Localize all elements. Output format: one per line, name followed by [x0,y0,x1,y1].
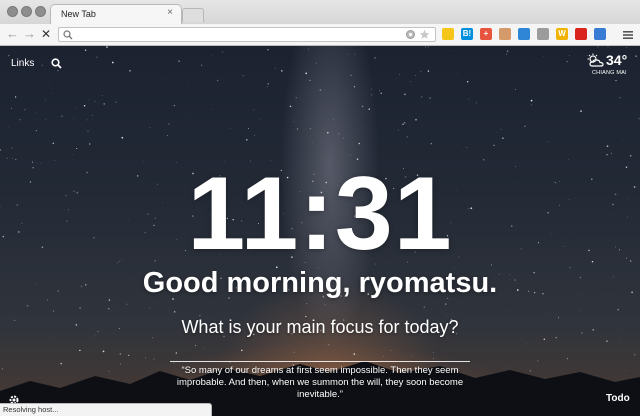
bookmark-star-icon[interactable] [419,29,430,40]
tab-title: New Tab [61,9,96,19]
focus-input-underline[interactable] [170,361,470,362]
momentum-page: Links 34° CHIANG MAI 11:31 Good morning,… [0,46,640,416]
menu-icon[interactable] [622,29,634,41]
tab-strip: New Tab × [0,0,640,24]
search-icon [63,30,73,40]
add-icon[interactable]: + [480,28,492,40]
new-tab-button[interactable] [182,8,204,22]
search-icon[interactable] [51,58,62,69]
pocket-icon[interactable] [442,28,454,40]
minimize-window-button[interactable] [21,6,32,17]
hatena-bookmark-icon[interactable]: B! [461,28,473,40]
clock: 11:31 [187,156,453,272]
focus-question: What is your main focus for today? [181,317,459,337]
back-button[interactable]: ← [6,26,19,42]
zoom-window-button[interactable] [35,6,46,17]
forward-button[interactable]: → [23,26,36,42]
grey-circle-ext-icon[interactable] [537,28,549,40]
w-ext-icon[interactable]: W [556,28,568,40]
greeting: Good morning, ryomatsu. [142,267,498,299]
browser-toolbar: ← → ✕ B! + W [0,24,640,46]
close-window-button[interactable] [7,6,18,17]
tab-close-icon[interactable]: × [167,8,173,18]
browser-window: New Tab × ← → ✕ B! + W Links 34° CHIANG … [0,0,640,416]
address-bar[interactable] [58,27,436,42]
stop-button[interactable]: ✕ [41,26,51,42]
chart-ext-icon[interactable] [518,28,530,40]
links-button[interactable]: Links [11,58,34,69]
weather-location: CHIANG MAI [592,70,627,76]
address-input[interactable] [75,28,395,41]
daily-quote: “So many of our dreams at first seem imp… [176,365,464,400]
partly-cloudy-icon[interactable] [587,53,605,68]
tab-new-tab[interactable]: New Tab × [50,4,182,24]
flag-ext-icon[interactable] [575,28,587,40]
temperature[interactable]: 34° [606,52,627,68]
avatar-ext-icon[interactable] [499,28,511,40]
todo-button[interactable]: Todo [606,393,630,404]
location-target-icon[interactable] [405,29,416,40]
sync-ext-icon[interactable] [594,28,606,40]
status-bubble: Resolving host... [0,403,212,416]
